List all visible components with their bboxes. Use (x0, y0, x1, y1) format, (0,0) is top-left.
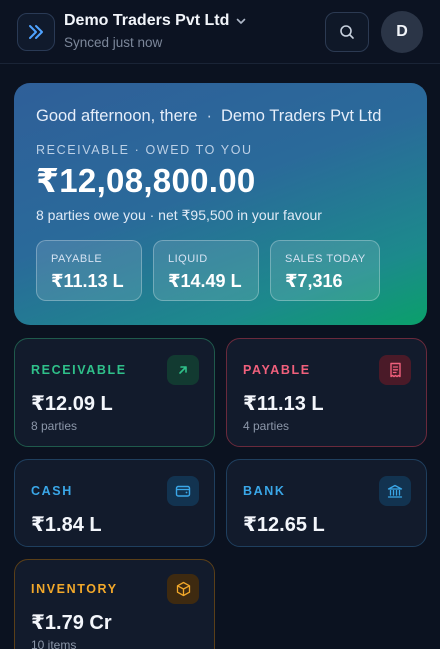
card-subtext: 8 parties (31, 419, 78, 433)
receivable-card[interactable]: RECEIVABLE ₹12.09 L 8 parties (14, 338, 215, 447)
inventory-card[interactable]: INVENTORY ₹1.79 Cr 10 items (14, 559, 215, 649)
separator-dot: · (206, 107, 212, 125)
app-header: Demo Traders Pvt Ltd Synced just now D (0, 0, 440, 64)
bank-card[interactable]: BANK ₹12.65 L (226, 459, 427, 547)
arrow-up-right-icon (167, 355, 199, 385)
sync-status: Synced just now (64, 35, 163, 50)
stat-value: ₹11.13 L (51, 271, 124, 291)
card-label: RECEIVABLE (31, 363, 127, 377)
card-label: INVENTORY (31, 582, 118, 596)
avatar[interactable]: D (381, 11, 423, 53)
card-value: ₹1.79 Cr (31, 612, 112, 634)
stat-label: LIQUID (168, 253, 208, 265)
stat-label: SALES TODAY (285, 253, 366, 265)
card-value: ₹11.13 L (243, 393, 324, 415)
card-subtext: 10 items (31, 638, 77, 649)
greeting-company: Demo Traders Pvt Ltd (220, 107, 382, 125)
card-value: ₹12.09 L (31, 393, 113, 415)
search-button[interactable] (325, 12, 369, 52)
company-name: Demo Traders Pvt Ltd (64, 12, 230, 29)
receivable-hero-card: Good afternoon, there · Demo Traders Pvt L… (14, 83, 427, 325)
stat-value: ₹14.49 L (168, 271, 242, 291)
receivable-amount: ₹12,08,800.00 (36, 162, 256, 199)
payable-card[interactable]: PAYABLE ₹11.13 L 4 parties (226, 338, 427, 447)
card-label: CASH (31, 484, 73, 498)
double-chevron-right-icon (29, 25, 43, 39)
card-value: ₹12.65 L (243, 514, 325, 536)
card-subtext: 4 parties (243, 419, 290, 433)
stat-liquid[interactable]: LIQUID ₹14.49 L (153, 240, 259, 301)
cash-card[interactable]: CASH ₹1.84 L (14, 459, 215, 547)
wallet-icon (167, 476, 199, 506)
receivable-summary: 8 parties owe you · net ₹95,500 in your … (36, 207, 322, 223)
chevron-down-icon (235, 15, 247, 27)
stat-sales-today[interactable]: SALES TODAY ₹7,316 (270, 240, 380, 301)
greeting-line: Good afternoon, there · Demo Traders Pvt L… (36, 107, 381, 126)
receipt-icon (379, 355, 411, 385)
app-logo[interactable] (17, 13, 55, 51)
company-switcher[interactable]: Demo Traders Pvt Ltd (64, 12, 247, 30)
card-label: PAYABLE (243, 363, 311, 377)
card-value: ₹1.84 L (31, 514, 102, 536)
search-icon (340, 25, 354, 39)
greeting-text: Good afternoon, there (36, 107, 198, 125)
box-icon (167, 574, 199, 604)
hero-label: RECEIVABLE · OWED TO YOU (36, 143, 253, 157)
card-label: BANK (243, 484, 286, 498)
stat-payable[interactable]: PAYABLE ₹11.13 L (36, 240, 142, 301)
stat-value: ₹7,316 (285, 271, 343, 291)
bank-icon (379, 476, 411, 506)
stat-label: PAYABLE (51, 253, 103, 265)
